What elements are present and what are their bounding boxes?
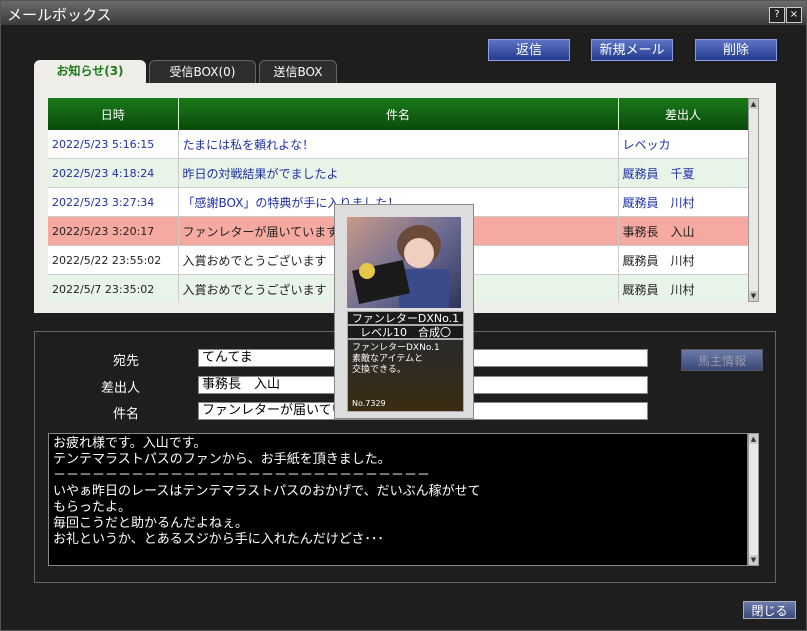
- help-button[interactable]: ?: [769, 7, 785, 23]
- reply-button[interactable]: 返信: [488, 39, 570, 61]
- row-sender: レベッカ: [618, 130, 748, 159]
- column-header-subject[interactable]: 件名: [178, 98, 619, 130]
- row-date: 2022/5/23 5:16:15: [48, 130, 179, 159]
- row-subject: たまには私を頼れよな！: [178, 130, 619, 159]
- body-line: もらったよ。: [53, 500, 132, 515]
- body-line: 毎回こうだと助かるんだよねぇ。: [53, 516, 249, 531]
- table-row[interactable]: 2022/5/23 5:16:15 たまには私を頼れよな！ レベッカ: [48, 130, 748, 159]
- scroll-up-icon[interactable]: ▲: [749, 434, 758, 444]
- mail-list-scrollbar[interactable]: ▲ ▼: [748, 98, 759, 302]
- row-sender: 厩務員 千夏: [618, 158, 748, 188]
- row-sender: 厩務員 川村: [618, 274, 748, 302]
- subject-label: 件名: [113, 407, 140, 422]
- card-number: No.7329: [352, 399, 386, 408]
- mail-body-scrollbar[interactable]: ▲ ▼: [748, 433, 759, 566]
- card-desc-line: 交換できる。: [352, 365, 406, 375]
- delete-button[interactable]: 削除: [695, 39, 777, 61]
- owner-info-button[interactable]: 馬主情報: [681, 349, 763, 371]
- scroll-down-icon[interactable]: ▼: [749, 291, 758, 301]
- row-sender: 事務長 入山: [618, 216, 748, 246]
- close-button[interactable]: 閉じる: [743, 601, 796, 619]
- row-date: 2022/5/23 3:27:34: [48, 187, 179, 217]
- card-art-image: [347, 217, 461, 308]
- table-row[interactable]: 2022/5/23 4:18:24 昨日の対戦結果がでましたよ 厩務員 千夏: [48, 158, 748, 188]
- body-line: お礼というか、とあるスジから手に入れたんだけどさ･･･: [53, 532, 384, 547]
- row-sender: 厩務員 川村: [618, 187, 748, 217]
- card-name: ファンレターDXNo.1: [347, 311, 464, 325]
- close-x-button[interactable]: ×: [786, 7, 802, 23]
- card-level: レベル10 合成〇: [347, 325, 464, 339]
- tab-notices[interactable]: お知らせ(3): [34, 60, 146, 84]
- column-header-sender[interactable]: 差出人: [618, 98, 748, 130]
- body-line: テンテマラストパスのファンから、お手紙を頂きました。: [53, 452, 391, 467]
- mail-body[interactable]: お疲れ様です。入山です。 テンテマラストパスのファンから、お手紙を頂きました。 …: [48, 433, 748, 566]
- row-date: 2022/5/23 3:20:17: [48, 216, 179, 246]
- tab-inbox[interactable]: 受信BOX(0): [149, 60, 256, 84]
- new-mail-button[interactable]: 新規メール: [591, 39, 673, 61]
- body-line: いやぁ昨日のレースはテンテマラストパスのおかげで、だいぶん稼がせて: [53, 484, 481, 499]
- row-date: 2022/5/7 23:35:02: [48, 274, 179, 302]
- tab-outbox[interactable]: 送信BOX: [259, 60, 337, 84]
- scroll-up-icon[interactable]: ▲: [749, 99, 758, 109]
- body-line: －－－－－－－－－－－－－－－－－－－－－－－－－－－－－: [53, 468, 431, 483]
- window-title: メールボックス: [7, 6, 112, 24]
- row-date: 2022/5/23 4:18:24: [48, 158, 179, 188]
- body-line: お疲れ様です。入山です。: [53, 436, 207, 451]
- column-header-date[interactable]: 日時: [48, 98, 179, 130]
- card-description: ファンレターDXNo.1 素敵なアイテムと 交換できる。 No.7329: [347, 339, 464, 412]
- mailbox-window: メールボックス ? × 返信 新規メール 削除 お知らせ(3) 受信BOX(0)…: [0, 0, 807, 631]
- title-bar[interactable]: メールボックス ? ×: [1, 1, 806, 25]
- card-desc-line: ファンレターDXNo.1: [352, 343, 440, 353]
- row-sender: 厩務員 川村: [618, 245, 748, 275]
- to-label: 宛先: [113, 354, 140, 369]
- from-label: 差出人: [101, 381, 141, 396]
- card-desc-line: 素敵なアイテムと: [352, 354, 424, 364]
- row-subject: 昨日の対戦結果がでましたよ: [178, 158, 619, 188]
- row-date: 2022/5/22 23:55:02: [48, 245, 179, 275]
- item-card-tooltip: ファンレターDXNo.1 レベル10 合成〇 ファンレターDXNo.1 素敵なア…: [334, 204, 474, 419]
- scroll-down-icon[interactable]: ▼: [749, 555, 758, 565]
